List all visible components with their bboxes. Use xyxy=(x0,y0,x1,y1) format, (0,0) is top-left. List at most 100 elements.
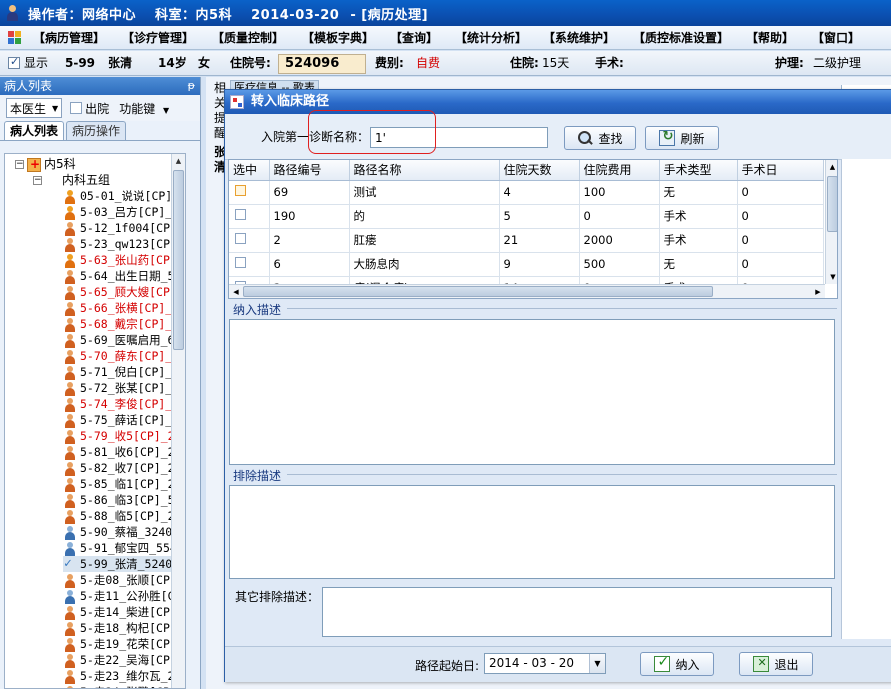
collapse-icon[interactable]: − xyxy=(15,160,24,169)
scroll-left-icon[interactable]: ◀ xyxy=(229,285,243,298)
col-stay-days[interactable]: 住院天数 xyxy=(499,160,580,181)
row-select-checkbox[interactable] xyxy=(235,233,246,244)
function-menu-button[interactable]: 功能键 ▼ xyxy=(119,100,169,117)
cell-select[interactable] xyxy=(229,228,270,253)
patient-list-item[interactable]: 5-71_倪白[CP]_22 xyxy=(63,364,185,380)
admit-button[interactable]: 纳入 xyxy=(640,652,714,676)
table-row[interactable]: 190 的 5 0 手术 0 xyxy=(229,204,824,229)
menu-statistics[interactable]: 【统计分析】 xyxy=(455,29,527,46)
patient-list-item[interactable]: 05-01_说说[CP]_2 xyxy=(63,188,185,204)
patient-list-item[interactable]: 5-82_收7[CP]_224 xyxy=(63,460,185,476)
row-select-checkbox[interactable] xyxy=(235,209,246,220)
menu-query[interactable]: 【查询】 xyxy=(390,29,438,46)
col-surgery-type[interactable]: 手术类型 xyxy=(659,160,738,181)
patient-list-item[interactable]: 5-86_临3[CP]_567 xyxy=(63,492,185,508)
start-date-picker[interactable]: 2014 - 03 - 20 ▼ xyxy=(484,653,606,674)
cell-select[interactable] xyxy=(229,252,270,277)
menu-help[interactable]: 【帮助】 xyxy=(746,29,794,46)
patient-list-item[interactable]: 5-63_张山药[CP]_ xyxy=(63,252,184,268)
patient-list-item[interactable]: 5-74_李俊[CP]_22 xyxy=(63,396,185,412)
other-exclusion-textarea[interactable] xyxy=(322,587,832,637)
patient-list-item[interactable]: 5-03_吕方[CP]_22 xyxy=(63,204,185,220)
grid-vertical-scrollbar[interactable]: ▲ ▼ xyxy=(825,160,837,284)
col-surgery-day[interactable]: 手术日 xyxy=(737,160,824,181)
tab-patient-list[interactable]: 病人列表 xyxy=(4,121,65,140)
patient-list-item[interactable]: 5-70_薛东[CP]_22 xyxy=(63,348,185,364)
diagnosis-search-input[interactable] xyxy=(370,127,548,148)
patient-list-item[interactable]: 5-85_临1[CP]_213 xyxy=(63,476,185,492)
patient-label: 5-69_医嘱启用_62 xyxy=(80,333,182,347)
menu-system-maintenance[interactable]: 【系统维护】 xyxy=(543,29,615,46)
patient-list-item[interactable]: 5-81_收6[CP]_224 xyxy=(63,444,185,460)
patient-list-item[interactable]: 5-91_郁宝四_5540 xyxy=(63,540,184,556)
menu-qc-standard[interactable]: 【质控标准设置】 xyxy=(633,29,729,46)
cell-select[interactable] xyxy=(229,204,270,229)
patient-list-item[interactable]: 5-走24_张鹏[CP]_ xyxy=(63,684,184,688)
col-stay-cost[interactable]: 住院费用 xyxy=(579,160,660,181)
patient-list-item[interactable]: 5-23_qw123[CP]_2 xyxy=(63,236,185,252)
scroll-up-icon[interactable]: ▲ xyxy=(826,160,837,174)
row-select-checkbox[interactable] xyxy=(235,185,246,196)
cell-select[interactable] xyxy=(229,180,270,205)
patient-list-item[interactable]: 5-65_顾大嫂[CP]_ xyxy=(63,284,184,300)
patient-list-item[interactable]: 5-99_张清_524096 xyxy=(63,556,185,572)
patient-list-item[interactable]: 5-走22_吴海[CP]_ xyxy=(63,652,184,668)
grid-horizontal-scrollbar[interactable]: ◀ ▶ xyxy=(229,284,825,298)
show-checkbox[interactable] xyxy=(8,55,20,69)
patient-list-item[interactable]: 5-75_薛话[CP]_22 xyxy=(63,412,185,428)
table-row[interactable]: 69 测试 4 100 无 0 xyxy=(229,180,824,205)
patient-list-item[interactable]: 5-64_出生日期_55 xyxy=(63,268,181,284)
col-select[interactable]: 选中 xyxy=(229,160,270,181)
exit-button[interactable]: 退出 xyxy=(739,652,813,676)
row-select-checkbox[interactable] xyxy=(235,257,246,268)
patient-list-item[interactable]: 5-走14_柴进[CP]_ xyxy=(63,604,184,620)
inclusion-description-textarea[interactable] xyxy=(229,319,835,465)
patient-list-item[interactable]: 5-88_临5[CP]_219 xyxy=(63,508,185,524)
scroll-right-icon[interactable]: ▶ xyxy=(811,285,825,298)
scroll-thumb[interactable] xyxy=(827,176,837,232)
menu-quality-control[interactable]: 【质量控制】 xyxy=(212,29,284,46)
collapse-icon[interactable]: − xyxy=(33,176,42,185)
patient-list-item[interactable]: 5-90_蔡福_324096 xyxy=(63,524,185,540)
menu-diagnosis[interactable]: 【诊疗管理】 xyxy=(122,29,194,46)
patient-list-item[interactable]: 5-69_医嘱启用_62 xyxy=(63,332,181,348)
menu-medical-record[interactable]: 【病历管理】 xyxy=(33,29,105,46)
menu-template-dict[interactable]: 【模板字典】 xyxy=(302,29,374,46)
col-path-id[interactable]: 路径编号 xyxy=(269,160,350,181)
tree-dept-node[interactable]: − 内5科 xyxy=(15,156,76,172)
table-row[interactable]: 2 肛瘘 21 2000 手术 0 xyxy=(229,228,824,253)
search-button[interactable]: 查找 xyxy=(564,126,636,150)
patient-list-item[interactable]: 5-走23_维尔瓦_22 xyxy=(63,668,181,684)
patient-list-item[interactable]: 5-79_收5[CP]_224 xyxy=(63,428,185,444)
patient-list-item[interactable]: 5-66_张横[CP]_23 xyxy=(63,300,185,316)
col-path-name[interactable]: 路径名称 xyxy=(349,160,500,181)
patient-tree-scrollbar[interactable]: ▲ xyxy=(171,154,185,688)
patient-list-item[interactable]: 5-走19_花荣[CP]_ xyxy=(63,636,184,652)
patient-icon xyxy=(63,237,77,252)
patient-list-item[interactable]: 5-12_1f004[CP]_2 xyxy=(63,220,185,236)
fee-type-label: 费别: xyxy=(375,56,404,70)
cell-surgery-day: 0 xyxy=(737,180,824,205)
scroll-up-icon[interactable]: ▲ xyxy=(172,154,185,168)
patient-list-item[interactable]: 5-68_戴宗[CP]_22 xyxy=(63,316,185,332)
patient-list-item[interactable]: 5-走11_公孙胜[CP xyxy=(63,588,181,604)
tab-record-operations[interactable]: 病历操作 xyxy=(66,121,127,140)
patient-list-item[interactable]: 5-72_张某[CP]_32 xyxy=(63,380,185,396)
table-row[interactable]: 6 大肠息肉 9 500 无 0 xyxy=(229,252,824,277)
menu-window[interactable]: 【窗口】 xyxy=(812,29,860,46)
patient-icon xyxy=(63,189,77,204)
patient-list-item[interactable]: 5-走18_构杞[CP]_ xyxy=(63,620,184,636)
patient-list-item[interactable]: 5-走08_张顺[CP]_ xyxy=(63,572,184,588)
tree-group-node[interactable]: − 内科五组 xyxy=(33,172,110,188)
checkmark-icon xyxy=(63,556,77,572)
doctor-filter-select[interactable]: 本医生 ▼ xyxy=(6,98,63,118)
scroll-down-icon[interactable]: ▼ xyxy=(826,270,837,284)
refresh-button[interactable]: 刷新 xyxy=(645,126,719,150)
discharged-checkbox[interactable] xyxy=(70,102,83,114)
chevron-down-icon[interactable]: ▼ xyxy=(589,654,605,673)
scroll-thumb[interactable] xyxy=(243,286,713,297)
pin-icon[interactable]: ᵽ xyxy=(188,77,195,95)
scroll-thumb[interactable] xyxy=(173,170,184,350)
pathway-grid: 选中 路径编号 路径名称 住院天数 住院费用 手术类型 手术日 69 测试 4 100… xyxy=(228,159,838,299)
exclusion-description-textarea[interactable] xyxy=(229,485,835,579)
